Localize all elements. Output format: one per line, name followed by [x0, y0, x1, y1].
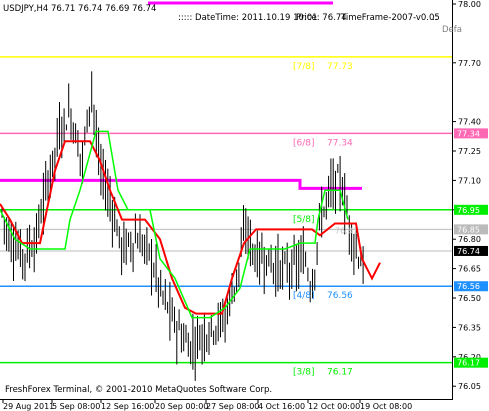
y-tick-label: 76.80 [458, 235, 481, 244]
price-box-label: 76.17 [457, 359, 480, 368]
default-label: Defa [442, 25, 462, 35]
x-tick-label: 27 Sep 08:00 [206, 402, 259, 411]
murrey-label: [4/8] [293, 291, 315, 301]
x-tick-label: 4 Oct 16:00 [258, 402, 305, 411]
y-tick-label: 77.25 [458, 147, 481, 156]
symbol-line: USDJPY,H4 76.71 76.74 76.69 76.74 [3, 4, 157, 14]
x-tick-label: 20 Sep 00:00 [155, 402, 208, 411]
y-tick-label: 76.65 [458, 265, 481, 274]
x-tick-label: 12 Sep 16:00 [101, 402, 154, 411]
murrey-value-label: 76.17 [327, 368, 353, 378]
murrey-label: [3/8] [293, 368, 315, 378]
y-tick-label: 77.70 [458, 59, 481, 68]
red-trend-line [0, 140, 381, 315]
faint-level-label: 76.81 [335, 226, 358, 235]
chart-svg: [7/8] 77.73 [6/8] 77.34 [5/8] [4/8] 76.56 [3/8]… [0, 0, 488, 411]
settings-dots: :: [432, 13, 438, 23]
y-tick-label: 77.40 [458, 118, 481, 127]
copyright-footer: FreshForex Terminal, © 2001-2010 MetaQuo… [5, 385, 273, 395]
price-box-label: 77.34 [457, 129, 480, 138]
murrey-label: [5/8] [293, 215, 315, 225]
x-tick-label: 19 Oct 08:00 [360, 402, 412, 411]
timeframe-info: TimeFrame-2007-v0.05 [341, 13, 440, 23]
y-tick-label: 77.10 [458, 176, 481, 185]
x-tick-label: 29 Aug 2011 [3, 402, 54, 411]
price-box-label: 76.95 [457, 206, 480, 215]
murrey-value-label: 76.56 [327, 291, 353, 301]
murrey-label: [6/8] [293, 138, 315, 148]
price-info: Price: 76.74 [296, 13, 347, 23]
murrey-value-label: 77.34 [327, 138, 353, 148]
price-box-label: 76.74 [457, 247, 480, 256]
y-tick-label: 76.50 [458, 294, 481, 303]
magenta-level-line [0, 178, 362, 190]
chart-root: [7/8] 77.73 [6/8] 77.34 [5/8] [4/8] 76.56 [3/8]… [0, 0, 489, 411]
x-tick-label: 12 Oct 00:00 [308, 402, 360, 411]
price-box-label: 76.85 [457, 225, 480, 234]
price-box-label: 76.56 [457, 282, 480, 291]
y-tick-label: 78.00 [458, 0, 481, 9]
y-tick-label: 76.05 [458, 382, 481, 391]
y-tick-label: 76.35 [458, 323, 481, 332]
murrey-label: [7/8] [293, 62, 315, 72]
x-tick-label: 5 Sep 08:00 [52, 402, 100, 411]
murrey-value-label: 77.73 [327, 62, 353, 72]
